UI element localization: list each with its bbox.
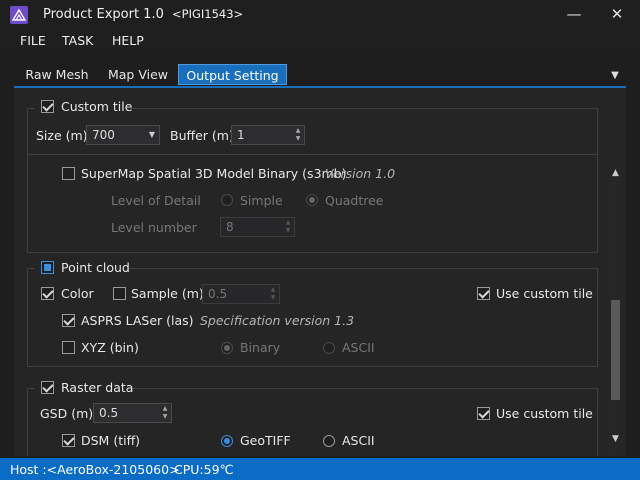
scroll-down-icon[interactable]: ▼ <box>609 434 622 446</box>
las-checkbox[interactable] <box>62 314 75 327</box>
pc-use-custom-tile-checkbox[interactable] <box>477 287 490 300</box>
status-cpu: CPU:59℃ <box>174 462 234 477</box>
sample-checkbox[interactable] <box>113 287 126 300</box>
menu-task[interactable]: TASK <box>62 33 93 48</box>
lod-label: Level of Detail <box>111 193 201 208</box>
level-number-input[interactable]: 8 ▲ ▼ <box>220 217 295 237</box>
chevron-down-icon: ▼ <box>148 130 155 139</box>
xyz-checkbox[interactable] <box>62 341 75 354</box>
scrollbar-thumb[interactable] <box>611 300 620 400</box>
lod-quadtree-radio[interactable] <box>306 194 318 206</box>
spinner-icon[interactable]: ▲ ▼ <box>294 127 302 143</box>
raster-label: Raster data <box>61 380 134 395</box>
level-number-label: Level number <box>111 220 197 235</box>
pc-use-custom-tile-label: Use custom tile <box>496 286 593 301</box>
sample-value: 0.5 <box>208 287 228 301</box>
spinner-icon[interactable]: ▲ ▼ <box>161 405 169 421</box>
xyz-binary-radio[interactable] <box>221 342 233 354</box>
raster-use-custom-tile-checkbox[interactable] <box>477 407 490 420</box>
app-logo-icon <box>10 6 28 24</box>
window-title: Product Export 1.0 <PIGI1543> <box>43 7 243 22</box>
buffer-input[interactable]: 1 ▲ ▼ <box>231 125 305 145</box>
sample-label: Sample (m) <box>131 286 204 301</box>
menu-help[interactable]: HELP <box>112 33 144 48</box>
tab-map-view[interactable]: Map View <box>100 64 176 85</box>
custom-tile-label: Custom tile <box>61 99 133 114</box>
host-tag: <PIGI1543> <box>172 7 244 21</box>
scroll-up-icon[interactable]: ▲ <box>609 168 622 180</box>
level-number-value: 8 <box>226 220 234 234</box>
dsm-geotiff-label: GeoTIFF <box>240 433 291 448</box>
tab-dropdown-icon[interactable]: ▼ <box>608 70 622 82</box>
s3mb-label: SuperMap Spatial 3D Model Binary (s3mb) <box>81 166 347 181</box>
menu-bar <box>0 30 640 54</box>
point-cloud-label: Point cloud <box>61 260 130 275</box>
custom-tile-checkbox[interactable] <box>41 100 54 113</box>
raster-checkbox[interactable] <box>41 381 54 394</box>
xyz-ascii-label: ASCII <box>342 340 375 355</box>
xyz-binary-label: Binary <box>240 340 281 355</box>
status-host: Host :<AeroBox-2105060> <box>10 462 180 477</box>
close-button[interactable]: ✕ <box>606 4 628 24</box>
lod-simple-radio[interactable] <box>221 194 233 206</box>
gsd-label: GSD (m) <box>40 406 94 421</box>
minimize-button[interactable]: — <box>563 4 585 24</box>
las-spec-label: Specification version 1.3 <box>200 313 355 328</box>
size-value: 700 <box>92 128 115 142</box>
dsm-ascii-radio[interactable] <box>323 435 335 447</box>
spinner-icon[interactable]: ▲ ▼ <box>269 286 277 302</box>
spinner-icon[interactable]: ▲ ▼ <box>284 219 292 235</box>
gsd-input[interactable]: 0.5 ▲ ▼ <box>93 403 172 423</box>
lod-simple-label: Simple <box>240 193 283 208</box>
menu-file[interactable]: FILE <box>20 33 46 48</box>
raster-use-custom-tile-label: Use custom tile <box>496 406 593 421</box>
tab-output-setting[interactable]: Output Setting <box>178 64 287 85</box>
buffer-label: Buffer (m) <box>170 128 234 143</box>
s3mb-version: Version 1.0 <box>325 166 396 181</box>
tab-strip: Raw Mesh Map View Output Setting <box>14 64 626 86</box>
dsm-checkbox[interactable] <box>62 434 75 447</box>
xyz-ascii-radio[interactable] <box>323 342 335 354</box>
app-title: Product Export 1.0 <box>43 7 164 22</box>
s3mb-checkbox[interactable] <box>62 167 75 180</box>
gsd-value: 0.5 <box>99 406 119 420</box>
sample-input[interactable]: 0.5 ▲ ▼ <box>202 284 280 304</box>
buffer-value: 1 <box>237 128 245 142</box>
tab-raw-mesh[interactable]: Raw Mesh <box>16 64 98 85</box>
dsm-geotiff-radio[interactable] <box>221 435 233 447</box>
point-cloud-checkbox[interactable] <box>41 261 54 274</box>
size-label: Size (m) <box>36 128 88 143</box>
dsm-ascii-label: ASCII <box>342 433 375 448</box>
size-combobox[interactable]: 700 ▼ <box>86 125 160 145</box>
xyz-label: XYZ (bin) <box>81 340 139 355</box>
lod-quadtree-label: Quadtree <box>325 193 384 208</box>
color-checkbox[interactable] <box>41 287 54 300</box>
color-label: Color <box>61 286 94 301</box>
status-bar: Host :<AeroBox-2105060> CPU:59℃ <box>0 458 640 480</box>
dsm-label: DSM (tiff) <box>81 433 141 448</box>
las-label: ASPRS LASer (las) <box>81 313 194 328</box>
